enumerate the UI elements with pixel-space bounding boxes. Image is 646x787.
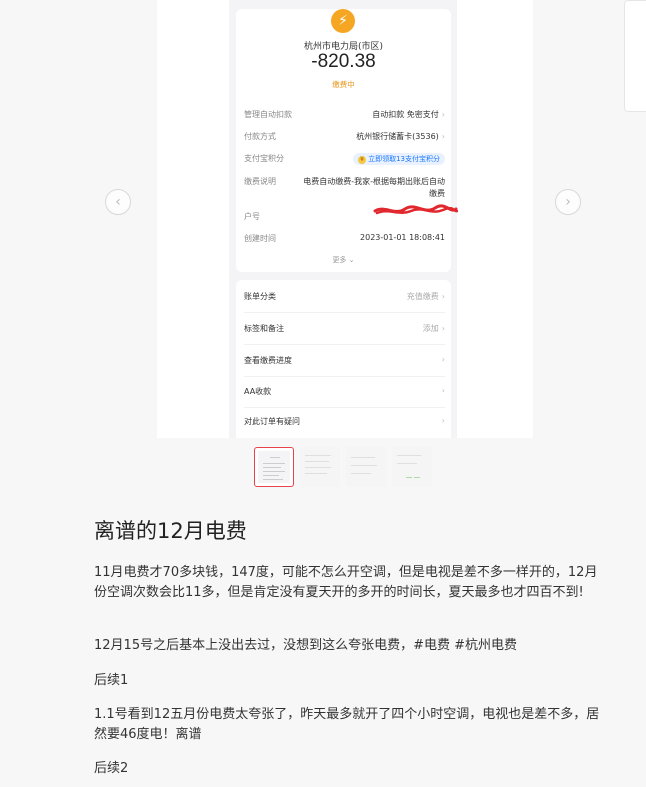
chevron-left-icon[interactable]: ‹ (105, 189, 131, 215)
row-key: 付款方式 (244, 132, 276, 141)
receipt-screenshot: ⚡ 杭州市电力局(市区) -820.38 缴费中 管理自动扣款 自动扣款 免密支… (229, 0, 458, 438)
thumbnail-4[interactable] (392, 447, 432, 487)
image-viewer: ⚡ 杭州市电力局(市区) -820.38 缴费中 管理自动扣款 自动扣款 免密支… (157, 0, 533, 438)
receipt-detail-card: ⚡ 杭州市电力局(市区) -820.38 缴费中 管理自动扣款 自动扣款 免密支… (236, 9, 458, 272)
created-time-row: 创建时间 2023-01-01 18:08:41 (244, 233, 445, 247)
redaction-scribble (373, 204, 458, 215)
thumbnail-2[interactable] (300, 447, 340, 487)
row-value: 自动扣款 免密支付 (372, 110, 439, 119)
description-row: 缴费说明 电费自动缴费-我家-根据每期出账后自动缴费 (244, 176, 445, 204)
chevron-right-icon: › (441, 132, 445, 141)
chevron-right-icon: › (441, 416, 445, 425)
receipt-options-card: 账单分类 充值缴费 › 标签和备注 添加 › 查看缴费进度 › AA收款 › 对此订… (236, 280, 451, 438)
row-value: 2023-01-01 18:08:41 (360, 233, 445, 242)
row-key: 缴费说明 (244, 177, 276, 186)
row-key: 户号 (244, 212, 260, 221)
payment-status: 缴费中 (332, 80, 355, 89)
thumbnail-1[interactable] (254, 447, 294, 487)
points-badge: ¥ 立即领取13支付宝积分 (353, 153, 445, 165)
auto-deduct-row: 管理自动扣款 自动扣款 免密支付 › (244, 109, 445, 123)
article-paragraph: 11月电费才70多块钱，147度，可能不怎么开空调，但是电视是差不多一样开的，1… (94, 565, 598, 600)
row-key: 管理自动扣款 (244, 110, 292, 119)
option-bill-category[interactable]: 账单分类 充值缴费 › (244, 291, 445, 305)
chevron-right-icon: › (441, 355, 445, 364)
chevron-right-icon: › (441, 110, 445, 119)
chevron-right-icon: › (441, 292, 445, 301)
chevron-right-icon: › (441, 324, 445, 333)
chevron-right-icon[interactable]: › (555, 189, 581, 215)
option-progress[interactable]: 查看缴费进度 › (244, 355, 445, 369)
option-aa-collect[interactable]: AA收款 › (244, 386, 445, 400)
article-paragraph: 后续2 (94, 761, 129, 776)
payment-amount: -820.38 (311, 51, 376, 72)
row-value: 电费自动缴费-我家-根据每期出账后自动缴费 (303, 177, 445, 198)
payment-method-row: 付款方式 杭州银行储蓄卡(3536) › (244, 131, 445, 145)
coin-icon: ¥ (358, 156, 367, 164)
chevron-down-icon: ⌄ (348, 256, 355, 264)
row-key: 创建时间 (244, 234, 276, 243)
more-toggle[interactable]: 更多 ⌄ (236, 255, 451, 265)
option-question[interactable]: 对此订单有疑问 › (244, 416, 445, 430)
row-value: 杭州银行储蓄卡(3536) (356, 132, 439, 141)
option-tags-notes[interactable]: 标签和备注 添加 › (244, 323, 445, 337)
article-title: 离谱的12月电费 (94, 519, 247, 543)
chevron-right-icon: › (441, 386, 445, 395)
lightning-icon: ⚡ (331, 9, 355, 33)
article-paragraph: 1.1号看到12五月份电费太夸张了，昨天最多就开了四个小时空调，电视也是差不多，… (94, 707, 600, 742)
article-paragraph: 12月15号之后基本上没出去过，没想到这么夸张电费，#电费 #杭州电费 (94, 638, 518, 653)
points-row: 支付宝积分 ¥ 立即领取13支付宝积分 (244, 153, 445, 167)
article-paragraph: 后续1 (94, 673, 129, 688)
thumbnail-3[interactable] (346, 447, 386, 487)
side-panel-edge (624, 0, 646, 112)
row-key: 支付宝积分 (244, 154, 284, 163)
